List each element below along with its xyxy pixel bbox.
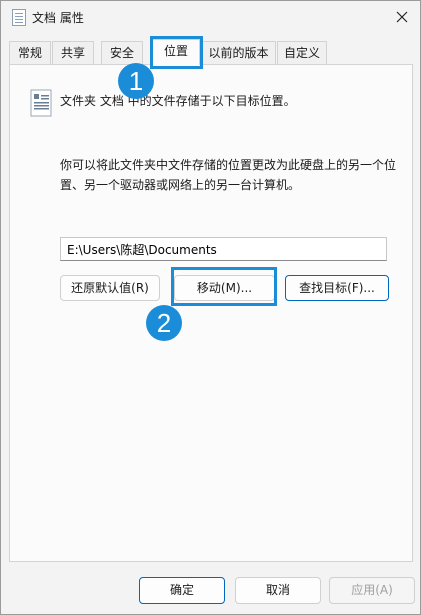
tab-security[interactable]: 安全 bbox=[101, 41, 143, 64]
document-properties-icon bbox=[12, 9, 26, 26]
properties-dialog: 文档 属性 常规 共享 安全 位置 以前的版本 自定义 文件夹 文档 中的文件存… bbox=[0, 0, 421, 615]
restore-default-button[interactable]: 还原默认值(R) bbox=[60, 275, 160, 301]
move-button[interactable]: 移动(M)... bbox=[174, 275, 275, 301]
ok-button[interactable]: 确定 bbox=[139, 577, 225, 604]
step-2-badge: 2 bbox=[146, 305, 182, 341]
location-description: 文件夹 文档 中的文件存储于以下目标位置。 bbox=[60, 94, 296, 108]
location-info-text: 你可以将此文件夹中文件存储的位置更改为此硬盘上的另一个位置、另一个驱动器或网络上… bbox=[60, 158, 397, 192]
tab-general[interactable]: 常规 bbox=[9, 41, 51, 64]
find-target-button[interactable]: 查找目标(F)... bbox=[285, 275, 389, 301]
tab-customize[interactable]: 自定义 bbox=[277, 41, 327, 64]
close-icon bbox=[396, 11, 408, 23]
cancel-button[interactable]: 取消 bbox=[235, 577, 321, 604]
location-panel: 文件夹 文档 中的文件存储于以下目标位置。 你可以将此文件夹中文件存储的位置更改… bbox=[9, 64, 413, 562]
target-path-field[interactable] bbox=[60, 237, 387, 261]
close-button[interactable] bbox=[384, 1, 420, 33]
step-1-badge: 1 bbox=[118, 63, 154, 99]
tab-sharing[interactable]: 共享 bbox=[52, 41, 94, 64]
apply-button: 应用(A) bbox=[329, 577, 415, 604]
tab-location[interactable]: 位置 bbox=[152, 39, 200, 65]
tab-strip: 常规 共享 安全 位置 以前的版本 自定义 bbox=[9, 39, 413, 65]
documents-folder-icon bbox=[30, 89, 52, 117]
title-bar: 文档 属性 bbox=[1, 1, 420, 33]
tab-previous-versions[interactable]: 以前的版本 bbox=[201, 41, 276, 64]
window-title: 文档 属性 bbox=[32, 11, 84, 25]
